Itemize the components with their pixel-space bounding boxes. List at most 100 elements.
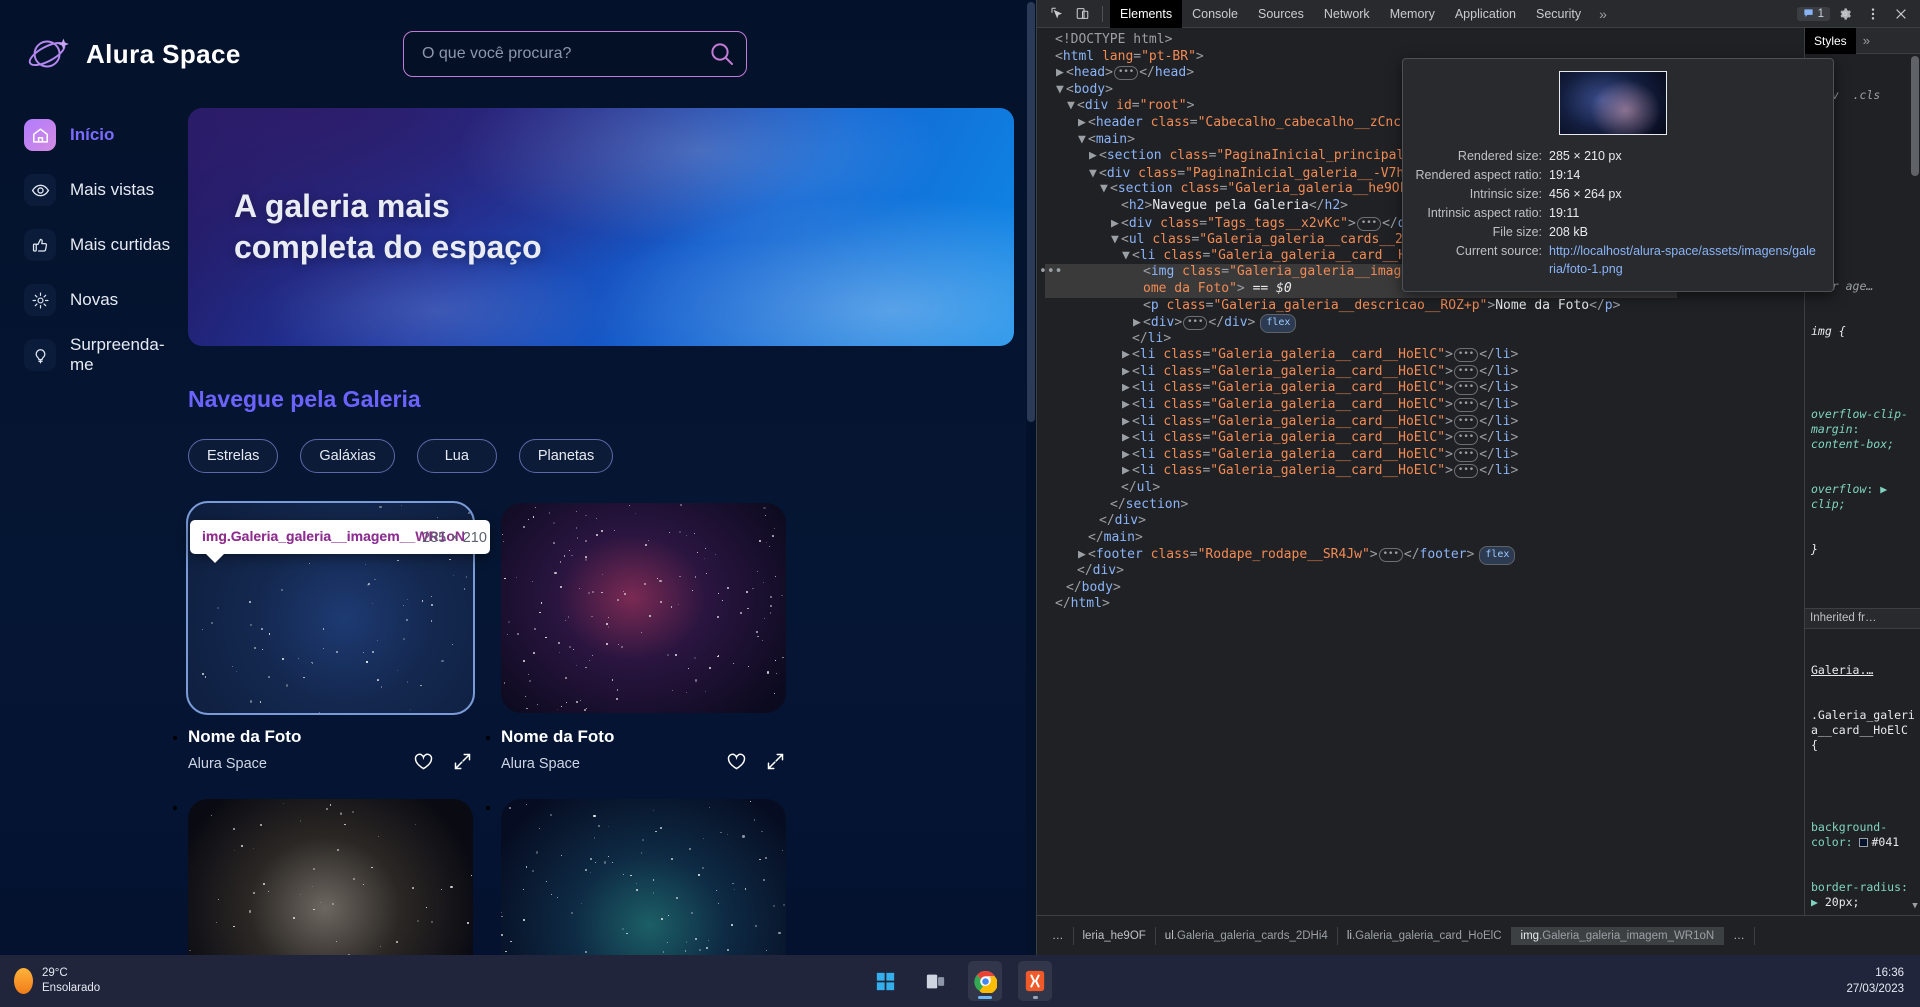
tag-chip[interactable]: Galáxias bbox=[300, 439, 394, 473]
disclosure-triangle-icon[interactable]: ▶ bbox=[1089, 148, 1099, 165]
breadcrumb-item[interactable]: li.Galeria_galeria_card_HoElC bbox=[1338, 927, 1512, 945]
expand-icon[interactable] bbox=[765, 751, 786, 777]
disclosure-triangle-icon[interactable]: ▶ bbox=[1122, 430, 1132, 447]
page-scrollbar[interactable] bbox=[1026, 0, 1036, 955]
styles-scroll-down-arrow[interactable]: ▼ bbox=[1910, 901, 1920, 913]
dom-node-line[interactable]: ▶ <li class="Galeria_galeria__card__HoElC… bbox=[1045, 397, 1677, 414]
gallery-card-image[interactable] bbox=[501, 503, 786, 713]
disclosure-triangle-icon[interactable]: ▼ bbox=[1078, 132, 1088, 149]
disclosure-triangle-icon[interactable]: ▶ bbox=[1122, 364, 1132, 381]
sidebar-item-surpreenda-me[interactable]: Surpreenda-me bbox=[0, 336, 188, 374]
start-button[interactable] bbox=[868, 961, 902, 1001]
chrome-app[interactable] bbox=[968, 961, 1002, 1001]
gallery-card[interactable] bbox=[188, 799, 473, 955]
dom-node-line[interactable]: </section> bbox=[1045, 497, 1677, 514]
disclosure-triangle-icon[interactable]: ▶ bbox=[1078, 115, 1088, 132]
breadcrumb-item[interactable]: … bbox=[1043, 927, 1074, 945]
task-view-button[interactable] bbox=[918, 961, 952, 1001]
gallery-card[interactable] bbox=[501, 799, 786, 955]
tag-chip[interactable]: Planetas bbox=[519, 439, 613, 473]
tag-chip[interactable]: Lua bbox=[417, 439, 497, 473]
dom-node-line[interactable]: </ul> bbox=[1045, 480, 1677, 497]
disclosure-triangle-icon[interactable]: ▶ bbox=[1133, 315, 1143, 332]
tab-memory[interactable]: Memory bbox=[1380, 0, 1445, 28]
style-declaration[interactable]: overflow: ▶ clip; bbox=[1811, 482, 1916, 512]
style-declaration[interactable]: overflow-clip-margin: content-box; bbox=[1811, 407, 1916, 452]
node-menu-icon[interactable]: ••• bbox=[1039, 264, 1062, 281]
disclosure-triangle-icon[interactable]: ▼ bbox=[1100, 181, 1110, 198]
sidebar-item-inicio[interactable]: Início bbox=[0, 116, 188, 154]
disclosure-triangle-icon[interactable]: ▼ bbox=[1056, 82, 1066, 99]
disclosure-triangle-icon[interactable]: ▼ bbox=[1122, 248, 1132, 265]
dom-node-line[interactable]: <!DOCTYPE html> bbox=[1045, 32, 1677, 49]
tab-network[interactable]: Network bbox=[1314, 0, 1380, 28]
sidebar-item-mais-curtidas[interactable]: Mais curtidas bbox=[0, 226, 188, 264]
heart-icon[interactable] bbox=[726, 751, 747, 777]
dom-node-line[interactable]: </div> bbox=[1045, 563, 1677, 580]
disclosure-triangle-icon[interactable]: ▶ bbox=[1111, 216, 1121, 233]
gear-icon[interactable] bbox=[1832, 3, 1858, 25]
disclosure-triangle-icon[interactable]: ▼ bbox=[1111, 232, 1121, 249]
cls-filter[interactable]: .cls bbox=[1853, 88, 1881, 102]
disclosure-triangle-icon[interactable]: ▶ bbox=[1122, 397, 1132, 414]
disclosure-triangle-icon[interactable]: ▼ bbox=[1089, 166, 1099, 183]
disclosure-triangle-icon[interactable]: ▶ bbox=[1122, 414, 1132, 431]
disclosure-triangle-icon[interactable]: ▶ bbox=[1056, 65, 1066, 82]
tab-sources[interactable]: Sources bbox=[1248, 0, 1314, 28]
close-icon[interactable] bbox=[1888, 3, 1914, 25]
kebab-menu-icon[interactable] bbox=[1860, 3, 1886, 25]
dom-node-line[interactable]: </li> bbox=[1045, 331, 1677, 348]
breadcrumb-item[interactable]: img.Galeria_galeria_imagem_WR1oN bbox=[1512, 927, 1725, 945]
page-scrollbar-thumb[interactable] bbox=[1027, 2, 1035, 422]
dom-node-line[interactable]: ▶ <li class="Galeria_galeria__card__HoElC… bbox=[1045, 364, 1677, 381]
sidebar-item-mais-vistas[interactable]: Mais vistas bbox=[0, 171, 188, 209]
disclosure-triangle-icon[interactable]: ▼ bbox=[1067, 98, 1077, 115]
styles-more-icon[interactable]: » bbox=[1856, 33, 1877, 48]
expand-icon[interactable] bbox=[452, 751, 473, 777]
dom-node-line[interactable]: ▶ <li class="Galeria_galeria__card__HoElC… bbox=[1045, 414, 1677, 431]
dom-node-line[interactable]: ▶ <li class="Galeria_galeria__card__HoElC… bbox=[1045, 347, 1677, 364]
styles-scrollbar-thumb[interactable] bbox=[1911, 56, 1919, 176]
gallery-card-image[interactable] bbox=[501, 799, 786, 955]
disclosure-triangle-icon[interactable]: ▶ bbox=[1122, 463, 1132, 480]
vscode-app[interactable] bbox=[1018, 961, 1052, 1001]
style-declaration[interactable]: background-color: #041 bbox=[1811, 820, 1916, 850]
dom-node-line[interactable]: ▶ <div> ••• </div> flex bbox=[1045, 314, 1677, 331]
disclosure-triangle-icon[interactable]: ▶ bbox=[1122, 447, 1132, 464]
taskbar-clock[interactable]: 16:36 27/03/2023 bbox=[1846, 965, 1904, 997]
dom-node-line[interactable]: ▶ <li class="Galeria_galeria__card__HoElC… bbox=[1045, 430, 1677, 447]
gallery-card[interactable]: Nome da Foto Alura Space bbox=[501, 503, 786, 777]
search-icon[interactable] bbox=[709, 41, 735, 67]
more-tabs-icon[interactable]: » bbox=[1591, 6, 1615, 22]
dom-node-line[interactable]: ▶ <li class="Galeria_galeria__card__HoElC… bbox=[1045, 447, 1677, 464]
breadcrumb-item[interactable]: … bbox=[1724, 927, 1755, 945]
tab-styles[interactable]: Styles bbox=[1805, 28, 1856, 54]
tab-console[interactable]: Console bbox=[1182, 0, 1248, 28]
weather-widget[interactable]: 29°C Ensolarado bbox=[14, 966, 100, 996]
tab-security[interactable]: Security bbox=[1526, 0, 1591, 28]
brand[interactable]: Alura Space bbox=[24, 29, 241, 79]
disclosure-triangle-icon[interactable]: ▶ bbox=[1122, 380, 1132, 397]
dom-node-line[interactable]: </main> bbox=[1045, 530, 1677, 547]
dom-node-line[interactable]: ▶ <li class="Galeria_galeria__card__HoElC… bbox=[1045, 463, 1677, 480]
disclosure-triangle-icon[interactable]: ▶ bbox=[1122, 347, 1132, 364]
dom-node-line[interactable]: </div> bbox=[1045, 513, 1677, 530]
breadcrumb-item[interactable]: leria_he9OF bbox=[1074, 927, 1156, 945]
tag-chip[interactable]: Estrelas bbox=[188, 439, 278, 473]
dom-node-line[interactable]: </body> bbox=[1045, 580, 1677, 597]
disclosure-triangle-icon[interactable]: ▶ bbox=[1078, 547, 1088, 564]
image-info-value[interactable]: http://localhost/alura-space/assets/imag… bbox=[1549, 242, 1819, 278]
search-input[interactable] bbox=[403, 31, 747, 77]
device-toolbar-icon[interactable] bbox=[1069, 3, 1095, 25]
style-source-link[interactable]: Galeria.… bbox=[1811, 663, 1916, 678]
tab-application[interactable]: Application bbox=[1445, 0, 1526, 28]
inspect-cursor-icon[interactable] bbox=[1043, 3, 1069, 25]
color-swatch[interactable] bbox=[1859, 838, 1868, 847]
dom-node-line[interactable]: ▶ <li class="Galeria_galeria__card__HoElC… bbox=[1045, 380, 1677, 397]
sidebar-item-novas[interactable]: Novas bbox=[0, 281, 188, 319]
style-declaration[interactable]: border-radius: ▶ 20px; bbox=[1811, 880, 1916, 910]
tab-elements[interactable]: Elements bbox=[1110, 0, 1182, 28]
dom-node-line[interactable]: ▶ <footer class="Rodape_rodape__SR4Jw"> ••… bbox=[1045, 546, 1677, 563]
breadcrumb-item[interactable]: ul.Galeria_galeria_cards_2DHi4 bbox=[1156, 927, 1338, 945]
heart-icon[interactable] bbox=[413, 751, 434, 777]
